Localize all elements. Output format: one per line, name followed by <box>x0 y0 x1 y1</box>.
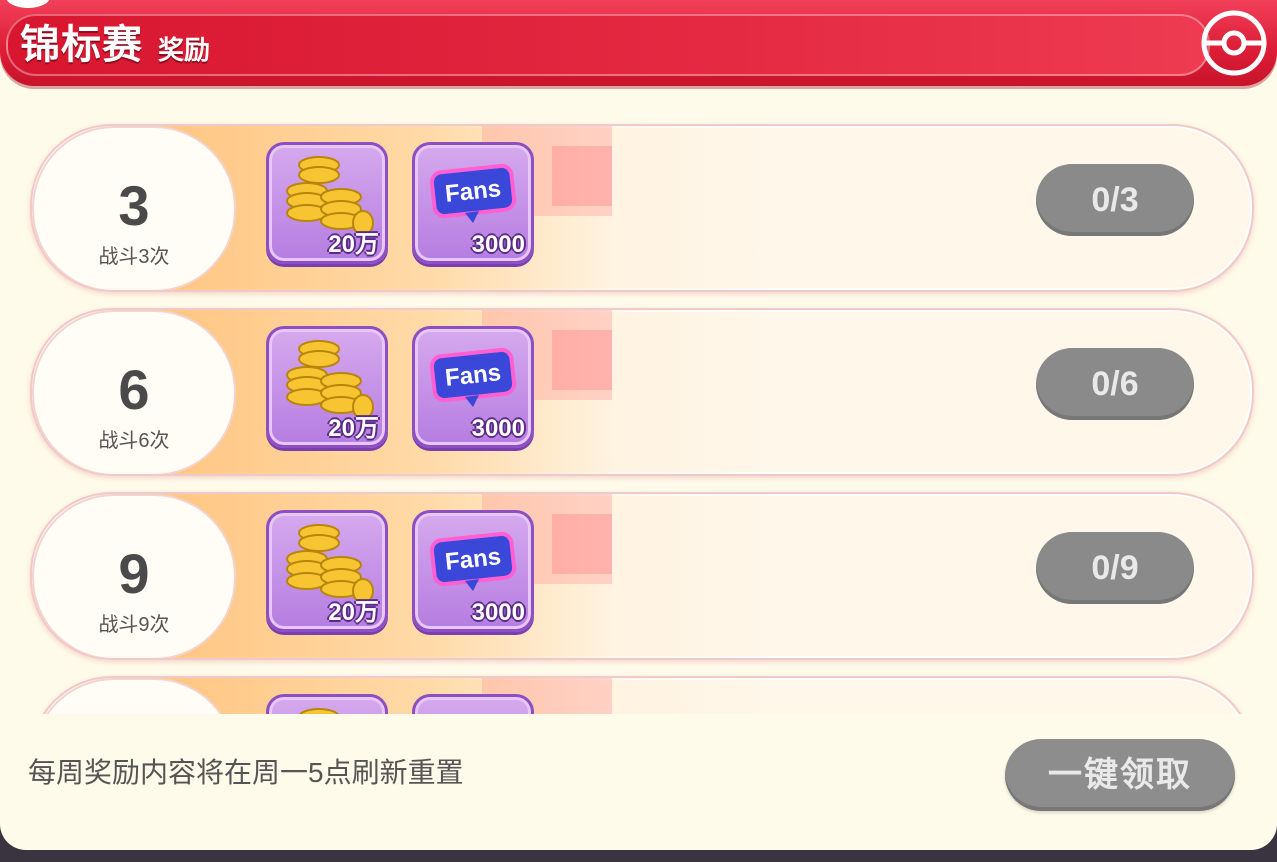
reward-row: 9 战斗9次 20万 Fans 3000 0/9 <box>30 492 1254 660</box>
reward-item-coins[interactable]: 20万 <box>266 142 388 264</box>
reward-item-fans[interactable]: Fans 3000 <box>412 326 534 448</box>
gold-coins-icon <box>286 156 374 236</box>
progress-button[interactable]: 0/9 <box>1036 532 1194 604</box>
fans-ticket-icon <box>425 703 521 714</box>
page-subtitle: 奖励 <box>158 35 211 65</box>
corner-decoration <box>6 0 50 8</box>
progress-button[interactable]: 0/6 <box>1036 348 1194 420</box>
reward-amount: 20万 <box>328 415 379 442</box>
reward-amount: 20万 <box>328 231 379 258</box>
battle-count-badge: 6 战斗6次 <box>32 310 236 474</box>
reward-row <box>30 676 1254 714</box>
battle-count-number: 9 <box>118 542 150 605</box>
reward-amount: 3000 <box>471 415 525 442</box>
tournament-rewards-panel: 锦标赛 奖励 3 战斗3次 20万 Fans 3000 0/3 6 战斗6次 2… <box>0 0 1277 850</box>
battle-count-label: 战斗3次 <box>98 246 170 268</box>
reward-item-coins[interactable]: 20万 <box>266 326 388 448</box>
reward-item-fans[interactable]: Fans 3000 <box>412 142 534 264</box>
reward-list[interactable]: 3 战斗3次 20万 Fans 3000 0/3 6 战斗6次 20万 Fans… <box>0 104 1277 714</box>
reward-amount: 3000 <box>471 599 525 626</box>
refresh-notice: 每周奖励内容将在周一5点刷新重置 <box>28 757 464 788</box>
battle-count-number: 6 <box>118 358 150 421</box>
fans-ticket-icon: Fans <box>429 531 517 591</box>
pokeball-close-icon[interactable] <box>1199 8 1269 78</box>
gold-coins-icon <box>286 340 374 420</box>
reward-item-coins[interactable] <box>266 694 388 714</box>
reward-row: 3 战斗3次 20万 Fans 3000 0/3 <box>30 124 1254 292</box>
battle-count-label: 战斗9次 <box>98 614 170 636</box>
gold-coins-icon <box>286 524 374 604</box>
battle-count-label: 战斗6次 <box>98 430 170 452</box>
fans-ticket-icon: Fans <box>429 347 517 407</box>
battle-count-badge: 3 战斗3次 <box>32 126 236 290</box>
reward-item-coins[interactable]: 20万 <box>266 510 388 632</box>
header-bar: 锦标赛 奖励 <box>0 0 1277 86</box>
battle-count-badge: 9 战斗9次 <box>32 494 236 658</box>
battle-count-number: 3 <box>118 174 150 237</box>
progress-button[interactable]: 0/3 <box>1036 164 1194 236</box>
page-title: 锦标赛 <box>20 23 143 67</box>
reward-row: 6 战斗6次 20万 Fans 3000 0/6 <box>30 308 1254 476</box>
claim-all-button[interactable]: 一键领取 <box>1005 739 1235 811</box>
reward-amount: 20万 <box>328 599 379 626</box>
reward-item-fans[interactable]: Fans 3000 <box>412 510 534 632</box>
fans-ticket-icon: Fans <box>429 163 517 223</box>
gold-coins-icon <box>299 708 339 714</box>
reward-item-fans[interactable] <box>412 694 534 714</box>
reward-amount: 3000 <box>471 231 525 258</box>
